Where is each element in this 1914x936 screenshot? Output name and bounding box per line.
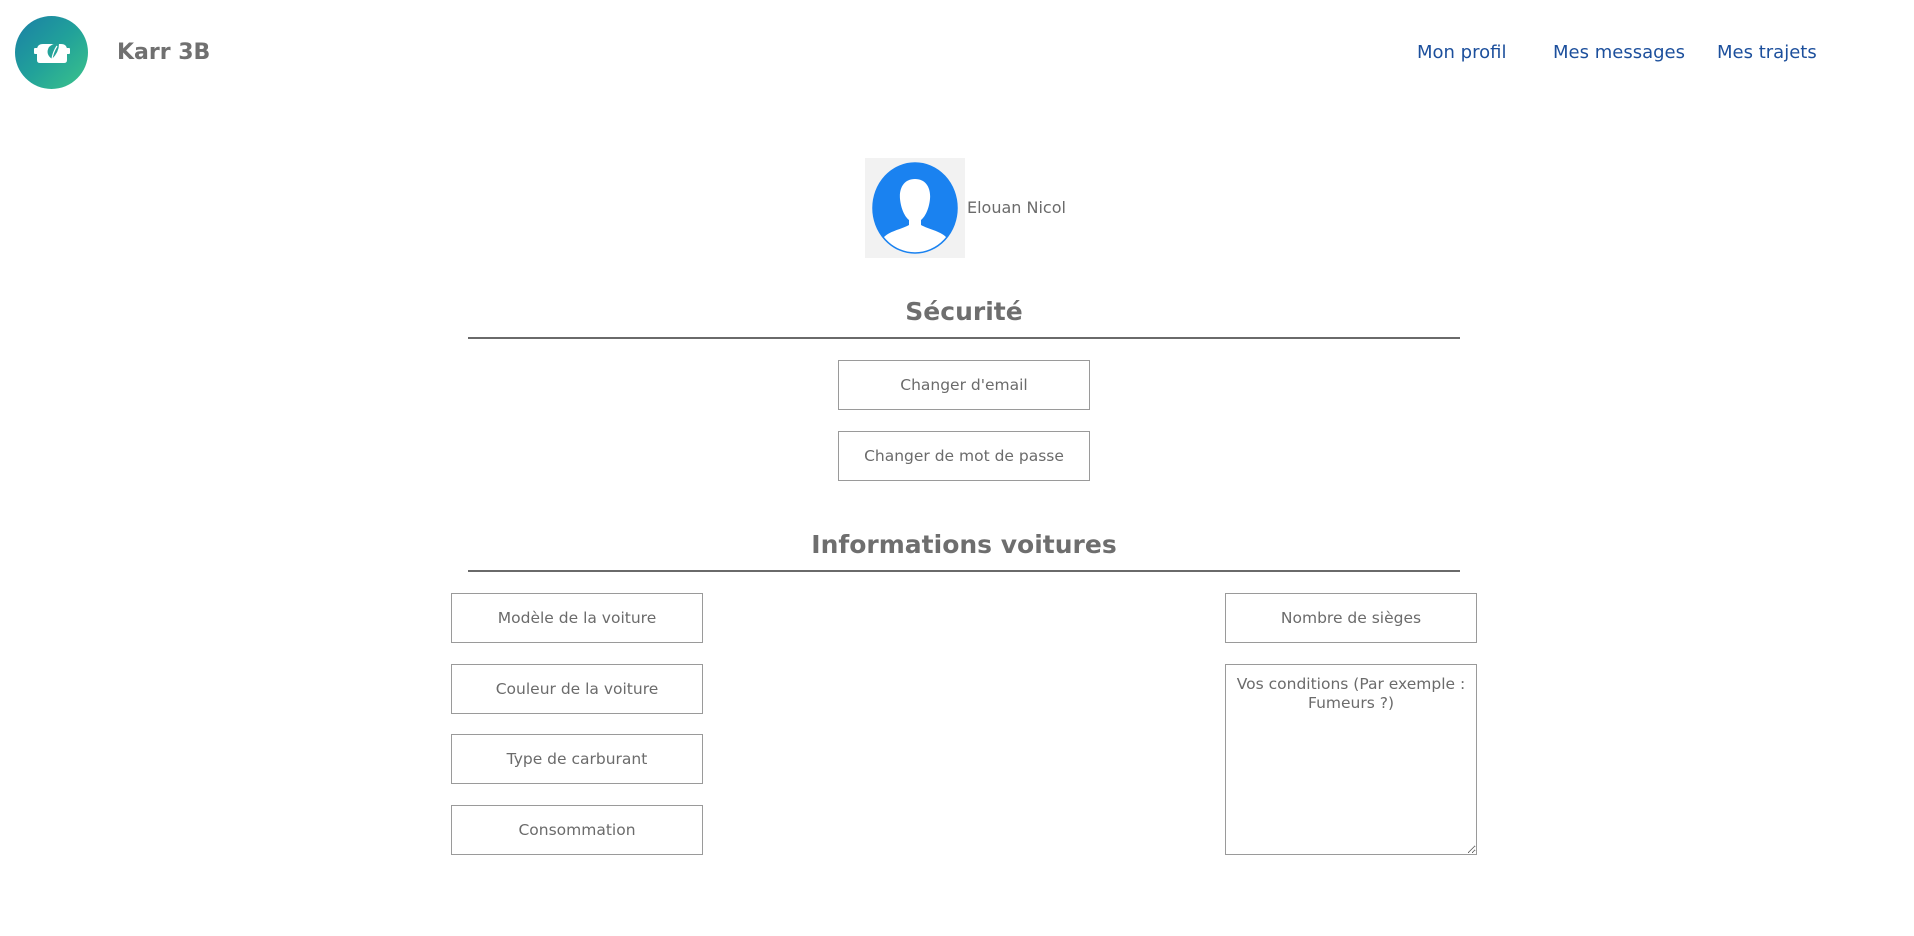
divider: [468, 337, 1460, 339]
avatar[interactable]: [865, 158, 965, 258]
change-password-button[interactable]: Changer de mot de passe: [838, 431, 1090, 481]
change-email-button[interactable]: Changer d'email: [838, 360, 1090, 410]
conditions-textarea[interactable]: [1225, 664, 1477, 855]
nav-link-trips[interactable]: Mes trajets: [1717, 42, 1817, 63]
seats-count-input[interactable]: [1225, 593, 1477, 643]
nav-link-profile[interactable]: Mon profil: [1417, 42, 1506, 63]
car-leaf-logo-icon[interactable]: [15, 16, 88, 89]
fuel-type-input[interactable]: [451, 734, 703, 784]
divider: [468, 570, 1460, 572]
user-silhouette-icon: [872, 162, 958, 254]
section-title-car-info: Informations voitures: [811, 530, 1117, 559]
consumption-input[interactable]: [451, 805, 703, 855]
brand-name: Karr 3B: [117, 40, 211, 65]
header: Karr 3B Mon profil Mes messages Mes traj…: [0, 0, 1914, 110]
user-name: Elouan Nicol: [967, 198, 1066, 217]
nav-link-messages[interactable]: Mes messages: [1553, 42, 1685, 63]
section-title-security: Sécurité: [905, 297, 1023, 326]
car-model-input[interactable]: [451, 593, 703, 643]
car-color-input[interactable]: [451, 664, 703, 714]
